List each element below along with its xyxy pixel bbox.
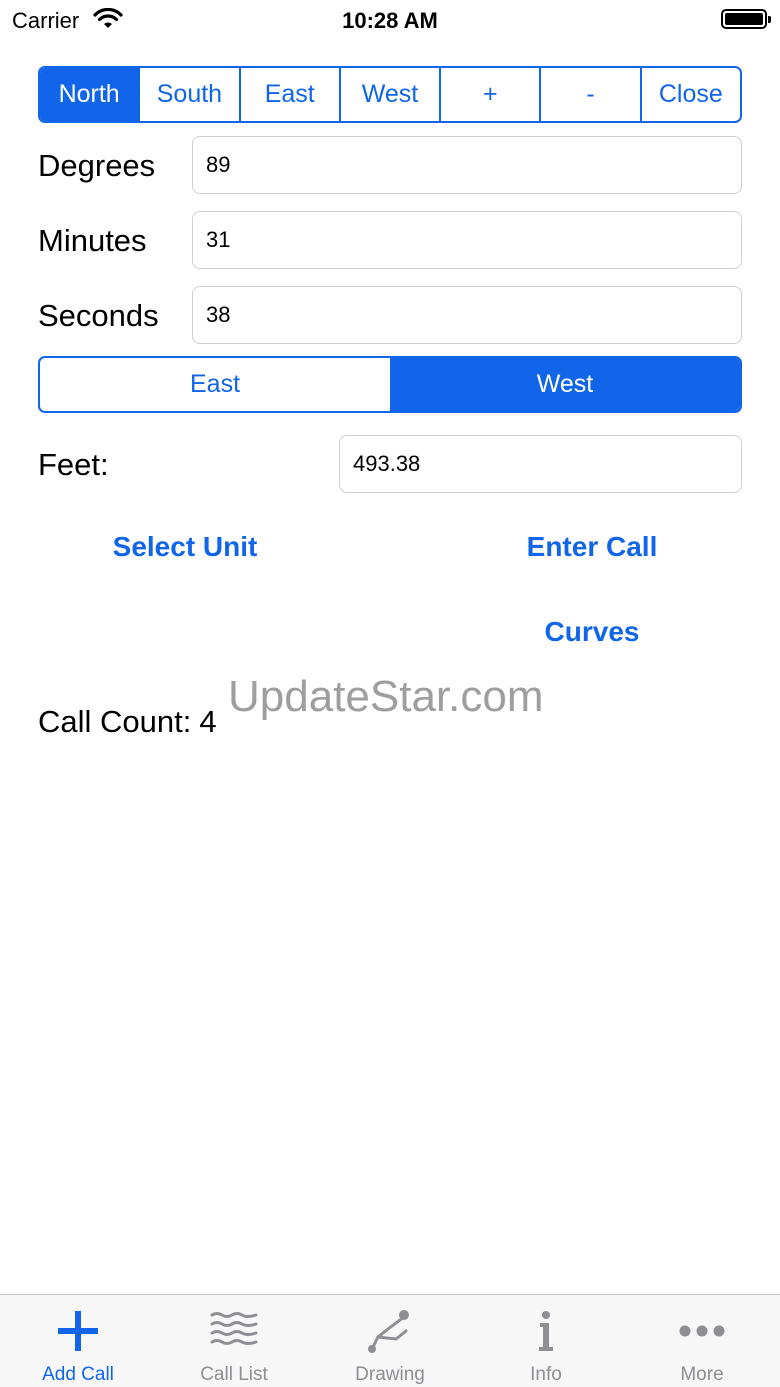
seconds-label: Seconds <box>38 298 159 333</box>
drawing-icon <box>368 1310 409 1353</box>
segment-north[interactable]: North <box>40 68 139 121</box>
segment-south[interactable]: South <box>138 68 238 121</box>
feet-field[interactable] <box>339 435 742 493</box>
segment-close[interactable]: Close <box>639 68 740 121</box>
tab-info[interactable]: Info <box>468 1295 624 1387</box>
tab-more[interactable]: More <box>624 1295 780 1387</box>
curves-button[interactable]: Curves <box>492 616 692 648</box>
segment-west[interactable]: West <box>338 68 439 121</box>
east-west-segmented-control: East West <box>38 356 742 413</box>
tab-bar: Add Call Call List Drawing Info More <box>0 1294 780 1387</box>
segment-minus[interactable]: - <box>539 68 639 121</box>
tab-drawing[interactable]: Drawing <box>312 1295 468 1387</box>
list-lines-icon <box>210 1312 258 1345</box>
enter-call-button[interactable]: Enter Call <box>492 531 692 563</box>
tab-add-call[interactable]: Add Call <box>0 1295 156 1387</box>
tab-label: Drawing <box>355 1364 425 1385</box>
segment-plus[interactable]: + <box>439 68 539 121</box>
more-dots-icon <box>679 1325 725 1337</box>
tab-label: Call List <box>200 1364 268 1385</box>
tab-label: More <box>680 1364 724 1385</box>
degrees-label: Degrees <box>38 148 156 183</box>
segment-east[interactable]: East <box>238 68 339 121</box>
degrees-field[interactable] <box>192 136 742 194</box>
direction-segmented-control: North South East West + - Close <box>38 66 742 123</box>
plus-icon <box>58 1311 98 1351</box>
call-count-label: Call Count: <box>38 704 192 739</box>
minutes-field[interactable] <box>192 211 742 269</box>
tab-label: Info <box>530 1364 562 1385</box>
select-unit-button[interactable]: Select Unit <box>85 531 285 563</box>
tab-label: Add Call <box>42 1364 114 1385</box>
watermark: UpdateStar.com <box>228 672 544 721</box>
seconds-field[interactable] <box>192 286 742 344</box>
call-count-value: 4 <box>199 704 217 739</box>
status-bar: Carrier 10:28 AM <box>0 0 780 40</box>
segment-ew-west[interactable]: West <box>390 358 740 411</box>
status-time: 10:28 AM <box>342 8 438 33</box>
battery-icon <box>721 9 771 29</box>
info-icon <box>539 1311 553 1351</box>
call-count: Call Count: 4 <box>38 704 217 740</box>
feet-label: Feet: <box>38 447 109 482</box>
segment-ew-east[interactable]: East <box>40 358 390 411</box>
minutes-label: Minutes <box>38 223 147 258</box>
tab-call-list[interactable]: Call List <box>156 1295 312 1387</box>
